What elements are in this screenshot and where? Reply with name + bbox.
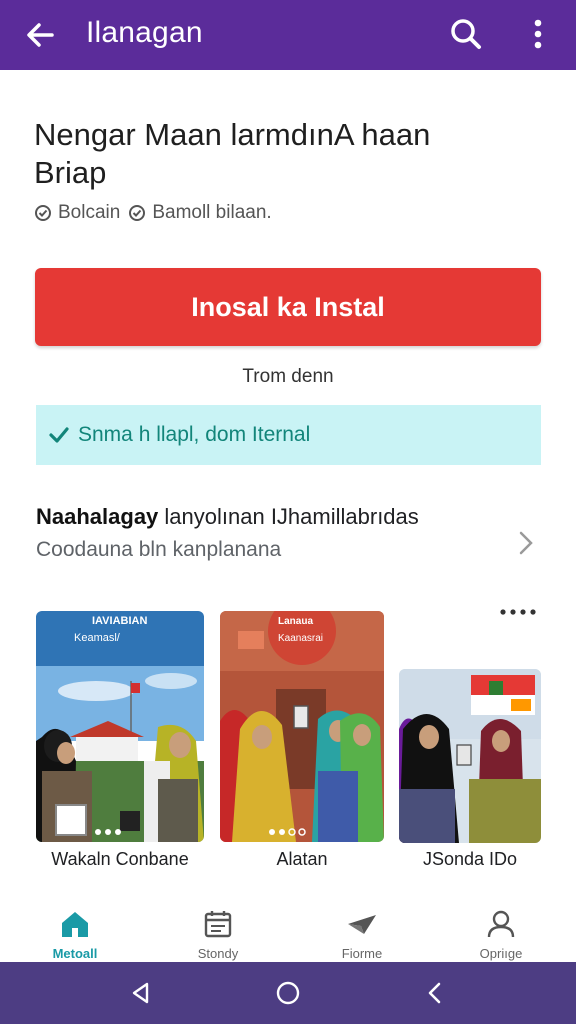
screenshot-card[interactable] [399,669,541,843]
screenshot-image: Lanaua Kaanasrai [220,611,384,842]
nav-item-home[interactable]: Metoall [15,892,135,962]
nav-label: Opriıge [479,946,523,961]
description-title: Naahalagay lanyolınan IJhamillabrıdas [36,504,516,530]
circle-home-icon[interactable] [274,979,302,1007]
check-icon [49,427,69,443]
screenshot-image [399,669,541,843]
card-caption: JSonda IDo [422,849,518,869]
arrow-left-icon[interactable] [22,17,58,53]
card-overlay-subtitle: Kaanasrai [278,633,323,644]
card-caption: Alatan [276,849,328,869]
profile-icon [487,910,515,938]
install-subtext: Trom denn [242,366,334,387]
search-icon[interactable] [446,14,486,54]
meta-developer: Bolcain [58,202,121,223]
screenshot-image: IAVIABIAN Keamasl/ [36,611,204,842]
nav-label: Metoall [52,946,98,961]
plane-icon [348,915,376,934]
system-navigation-bar [0,962,576,1024]
screenshot-card[interactable]: Lanaua Kaanasrai [220,611,384,842]
card-overlay-title: Lanaua [278,616,313,627]
calendar-icon [204,911,232,938]
info-notice: Snma h llapl, dom Iternal [36,405,541,465]
app-headline: Nengar Maan larmdınA haan Briap [34,116,544,192]
chevron-left-icon[interactable] [421,979,449,1007]
description-rest: lanyolınan IJhamillabrıdas [158,504,419,529]
install-button[interactable]: Inosal ka Instal [35,268,541,346]
more-vert-icon[interactable] [524,14,552,54]
triangle-back-icon[interactable] [127,979,155,1007]
nav-item-profile[interactable]: Opriıge [441,892,561,962]
headline-line-1: Nengar Maan larmdınA haan [34,117,431,152]
headline-line-2: Briap [34,155,107,190]
nav-label: Fiorme [341,946,383,961]
nav-item-calendar[interactable]: Stondy [158,892,278,962]
meta-status: Bamoll bilaan. [152,202,272,223]
home-icon [62,912,88,937]
description-bold: Naahalagay [36,504,159,529]
bottom-navigation: Metoall Stondy Fiorme Opriıge [0,892,576,962]
card-caption: Wakaln Conbane [51,849,189,869]
card-overlay-subtitle: Keamasl/ [74,632,121,644]
app-meta: Bolcain Bamoll bilaan. [34,202,272,224]
more-horiz-icon[interactable] [498,604,540,620]
screenshot-card[interactable]: IAVIABIAN Keamasl/ [36,611,204,842]
nav-item-flights[interactable]: Fiorme [302,892,422,962]
badge-icon [35,205,51,221]
description-row[interactable]: Naahalagay lanyolınan IJhamillabrıdas Co… [36,504,516,562]
page-title: Ilanagan [86,16,203,49]
verified-icon [129,205,146,221]
description-secondary: Coodauna bln kanplanana [36,538,282,561]
notice-text: Snma h llapl, dom Iternal [78,423,311,446]
app-bar: Ilanagan [0,0,576,70]
card-overlay-title: IAVIABIAN [92,615,147,627]
chevron-right-icon[interactable] [515,528,537,558]
nav-label: Stondy [197,946,239,961]
